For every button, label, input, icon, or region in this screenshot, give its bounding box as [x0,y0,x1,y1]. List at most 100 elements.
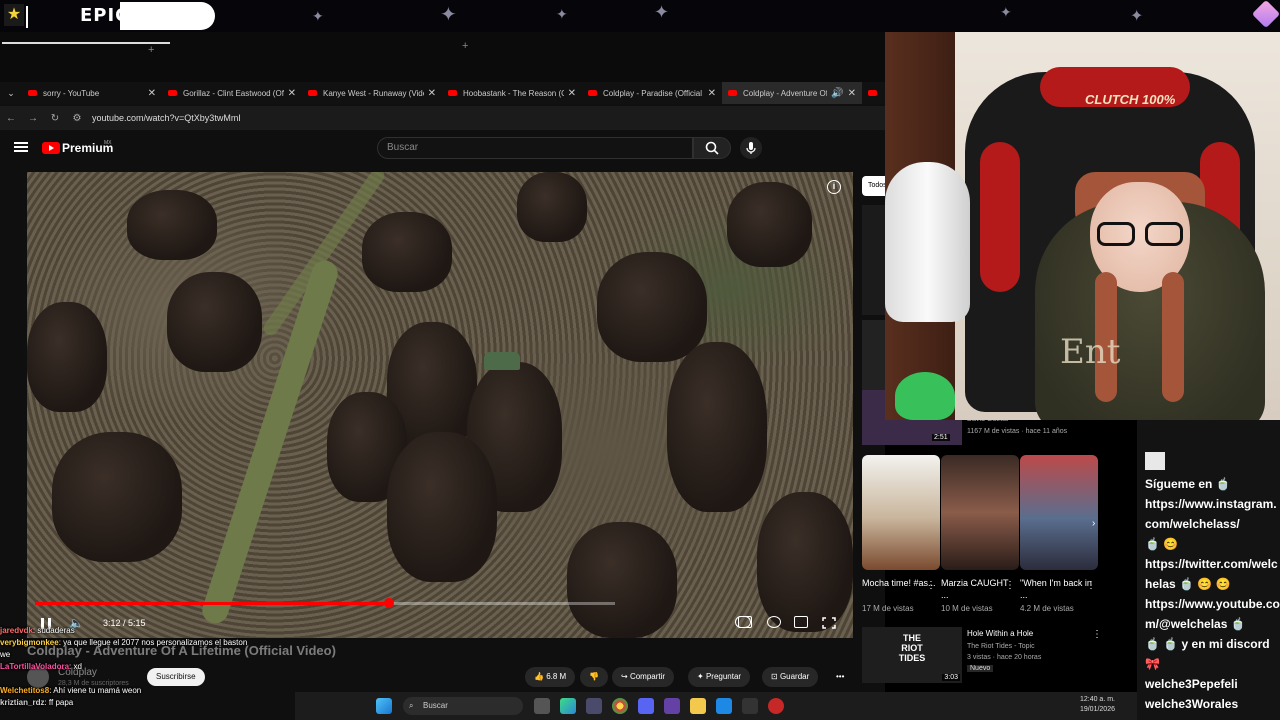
mail-icon[interactable] [716,698,732,714]
chair-accent [980,142,1020,292]
short-views: 4.2 M de vistas [1020,604,1074,613]
recommendation-thumbnail[interactable]: THE RIOT TIDES 3:03 [862,627,962,683]
browser-tab-partial[interactable] [862,82,882,104]
video-player[interactable]: i 🔈 3:12 / 5:15 [27,172,853,638]
short-thumbnail[interactable] [941,455,1019,570]
reload-icon[interactable]: ↻ [44,113,66,124]
close-icon[interactable]: ✕ [288,88,296,99]
browser-tab-active[interactable]: Coldplay - Adventure Of A 🔊 ✕ [722,82,862,104]
windows-start-icon[interactable] [376,698,392,714]
discord-icon[interactable] [638,698,654,714]
browser-tab[interactable]: Hoobastank - The Reason (Offi ✕ [442,82,582,104]
clock-date: 19/01/2026 [1079,706,1115,713]
progress-played [35,602,389,605]
star-icon: ★ [4,4,24,26]
filter-chip-all[interactable]: Todos [862,176,885,196]
taskbar-clock[interactable]: 12:40 a. m. 19/01/2026 [1080,695,1115,715]
next-arrow-icon[interactable]: › [1092,518,1095,529]
more-options-icon[interactable]: ⋮ [926,580,936,591]
back-icon[interactable]: ← [0,113,22,124]
share-button[interactable]: ↪ Compartir [612,667,675,687]
plus-sparkle-icon: + [462,40,469,52]
tab-list-dropdown-icon[interactable]: ⌄ [0,88,22,99]
short-title[interactable]: Marzia CAUGHT ... [941,577,1015,601]
taskbar-search[interactable]: ⌕ Buscar [403,697,523,715]
chimp-figure [387,432,497,582]
video-duration: 2:51 [932,434,950,441]
file-explorer-icon[interactable] [690,698,706,714]
browser-tab[interactable]: sorry - YouTube ✕ [22,82,162,104]
browser-tab[interactable]: Gorillaz - Clint Eastwood (Offic ✕ [162,82,302,104]
close-icon[interactable]: ✕ [428,88,436,99]
like-button[interactable]: 👍 6.8 M [525,667,576,687]
chat-message: LaTortillaVoladora: xd [0,661,300,673]
info-icon[interactable]: i [827,180,841,194]
short-thumbnail[interactable] [1020,455,1098,570]
twitch-icon[interactable] [664,698,680,714]
save-button[interactable]: ⊡ Guardar [762,667,819,687]
panel-link[interactable]: https://twitter.com/welchelas 🍵 😊 😊 [1145,554,1280,594]
recommendation-thumbnail[interactable] [862,320,885,390]
short-thumbnail[interactable] [862,455,940,570]
copilot-icon[interactable] [560,698,576,714]
chrome-icon[interactable] [612,698,628,714]
settings-icon[interactable] [586,698,602,714]
short-title[interactable]: "When I'm back in ... [1020,577,1094,601]
close-icon[interactable]: ✕ [848,88,856,99]
panel-line: 🍵 🍵 y en mi discord 🎀 [1145,637,1270,671]
share-icon: ↪ [621,672,630,681]
progress-scrubber[interactable] [383,598,394,608]
progress-bar[interactable] [35,598,615,608]
ask-button[interactable]: ✦ Preguntar [688,667,751,687]
voice-search-button[interactable] [740,137,762,159]
more-options-icon[interactable]: ⋮ [1005,580,1015,591]
close-icon[interactable]: ✕ [568,88,576,99]
browser-tab[interactable]: Kanye West - Runaway (Video ✕ [302,82,442,104]
bookmark-icon: ⊡ [771,672,780,681]
video-duration: 3:03 [942,674,960,681]
chat-message: verybigmonkee: ya que llegue el 2077 nos… [0,637,300,649]
recommendation-title[interactable]: Hole Within a Hole [967,629,1033,638]
panel-link[interactable]: https://www.youtube.com/@welchelas 🍵 [1145,594,1280,634]
fullscreen-icon[interactable] [822,616,836,629]
site-info-icon[interactable]: ⚙ [66,113,88,124]
cam-glasses [1095,222,1187,248]
browser-tab[interactable]: Coldplay - Paradise (Official Vi ✕ [582,82,722,104]
dislike-button[interactable]: 👎 [580,667,608,687]
youtube-favicon-icon [728,90,737,96]
miniplayer-icon[interactable] [794,616,808,628]
tab-title: Kanye West - Runaway (Video [323,88,424,98]
settings-gear-icon[interactable] [767,616,781,628]
search-icon: ⌕ [409,701,414,710]
close-icon[interactable]: ✕ [148,88,156,99]
youtube-header: Premium MX Buscar [0,132,885,166]
ask-label: Preguntar [705,672,742,681]
youtube-logo-icon[interactable] [42,142,60,154]
task-view-icon[interactable] [534,698,550,714]
short-title[interactable]: Mocha time! #as... [862,577,936,589]
more-options-icon[interactable]: ⋮ [1092,629,1102,640]
tab-title: Coldplay - Paradise (Official Vi [603,88,704,98]
microphone [885,162,970,322]
panel-line: welche3Pepefeli [1145,677,1238,691]
more-options-icon[interactable]: ⋮ [1086,580,1096,591]
tab-title: Gorillaz - Clint Eastwood (Offic [183,88,284,98]
recommendation-channel[interactable]: The Riot Tides - Topic [967,643,1035,650]
forward-icon[interactable]: → [22,113,44,124]
steam-icon[interactable] [742,698,758,714]
recommendation-thumbnail[interactable] [862,205,885,315]
short-views: 10 M de vistas [941,604,993,613]
subtitles-icon[interactable] [738,616,752,628]
menu-icon[interactable] [14,142,28,152]
search-button[interactable] [693,137,731,159]
url-field[interactable]: youtube.com/watch?v=QtXby3twMmI [92,113,241,123]
more-actions-button[interactable]: ••• [832,667,848,687]
chat-text: : sudaderas [32,626,75,635]
green-cap [484,352,520,370]
search-input[interactable]: Buscar [377,137,693,159]
new-badge: Nuevo [967,665,994,672]
panel-link[interactable]: https://www.instagram.com/welchelass/ [1145,494,1280,534]
close-icon[interactable]: ✕ [708,88,716,99]
obs-icon[interactable] [768,698,784,714]
speaker-icon[interactable]: 🔊 [831,88,843,99]
